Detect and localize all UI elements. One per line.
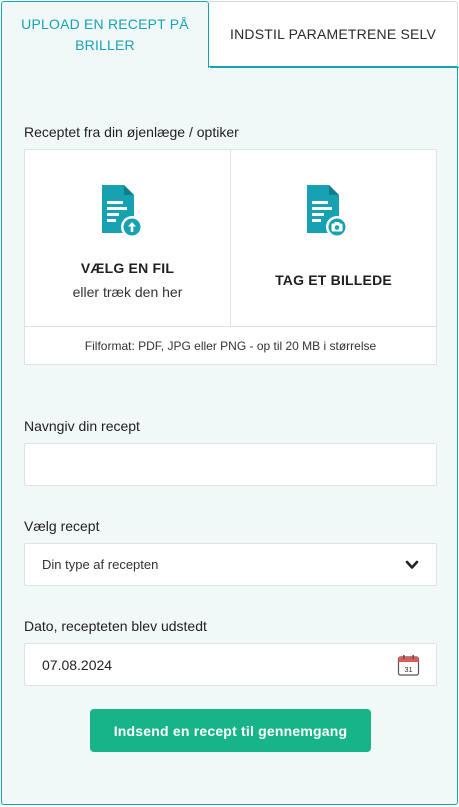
calendar-icon[interactable]: 31 (397, 654, 420, 677)
choose-file-title: VÆLG EN FIL (80, 260, 175, 276)
upload-section-label: Receptet fra din øjenlæge / optiker (24, 124, 239, 140)
tab-set-parameters[interactable]: INDSTIL PARAMETRENE SELV (209, 1, 458, 67)
date-field-label: Dato, recepteten blev udstedt (24, 618, 207, 634)
type-select-value: Din type af recepten (42, 557, 159, 572)
file-upload-icon (102, 185, 143, 238)
upload-box: VÆLG EN FIL eller træk den her TAG ET BI… (24, 149, 437, 365)
file-format-note: Filformat: PDF, JPG eller PNG - op til 2… (25, 326, 436, 365)
chevron-down-icon (405, 560, 419, 569)
prescription-name-input[interactable] (24, 443, 437, 486)
take-photo-title: TAG ET BILLEDE (275, 272, 392, 288)
drag-here-text: eller træk den her (72, 284, 183, 300)
name-field-label: Navngiv din recept (24, 418, 140, 434)
type-select-label: Vælg recept (24, 518, 100, 534)
tab-parameters-label: INDSTIL PARAMETRENE SELV (229, 25, 437, 42)
tab-bar: UPLOAD EN RECEPT PÅ BRILLER INDSTIL PARA… (0, 0, 459, 68)
issue-date-value: 07.08.2024 (42, 656, 113, 673)
tab-upload-prescription[interactable]: UPLOAD EN RECEPT PÅ BRILLER (1, 1, 209, 68)
file-camera-icon (307, 185, 348, 238)
calendar-day-number: 31 (404, 665, 412, 674)
tab-upload-label: UPLOAD EN RECEPT PÅ BRILLER (21, 16, 189, 53)
submit-prescription-button[interactable]: Indsend en recept til gennemgang (90, 709, 371, 752)
prescription-type-select[interactable]: Din type af recepten (24, 543, 437, 586)
take-photo-button[interactable]: TAG ET BILLEDE (231, 150, 436, 326)
issue-date-input[interactable]: 07.08.2024 31 (24, 643, 437, 686)
upload-panel: Receptet fra din øjenlæge / optiker VÆLG… (1, 67, 459, 805)
choose-file-button[interactable]: VÆLG EN FIL eller træk den her (25, 150, 231, 326)
panel-divider (210, 67, 459, 68)
